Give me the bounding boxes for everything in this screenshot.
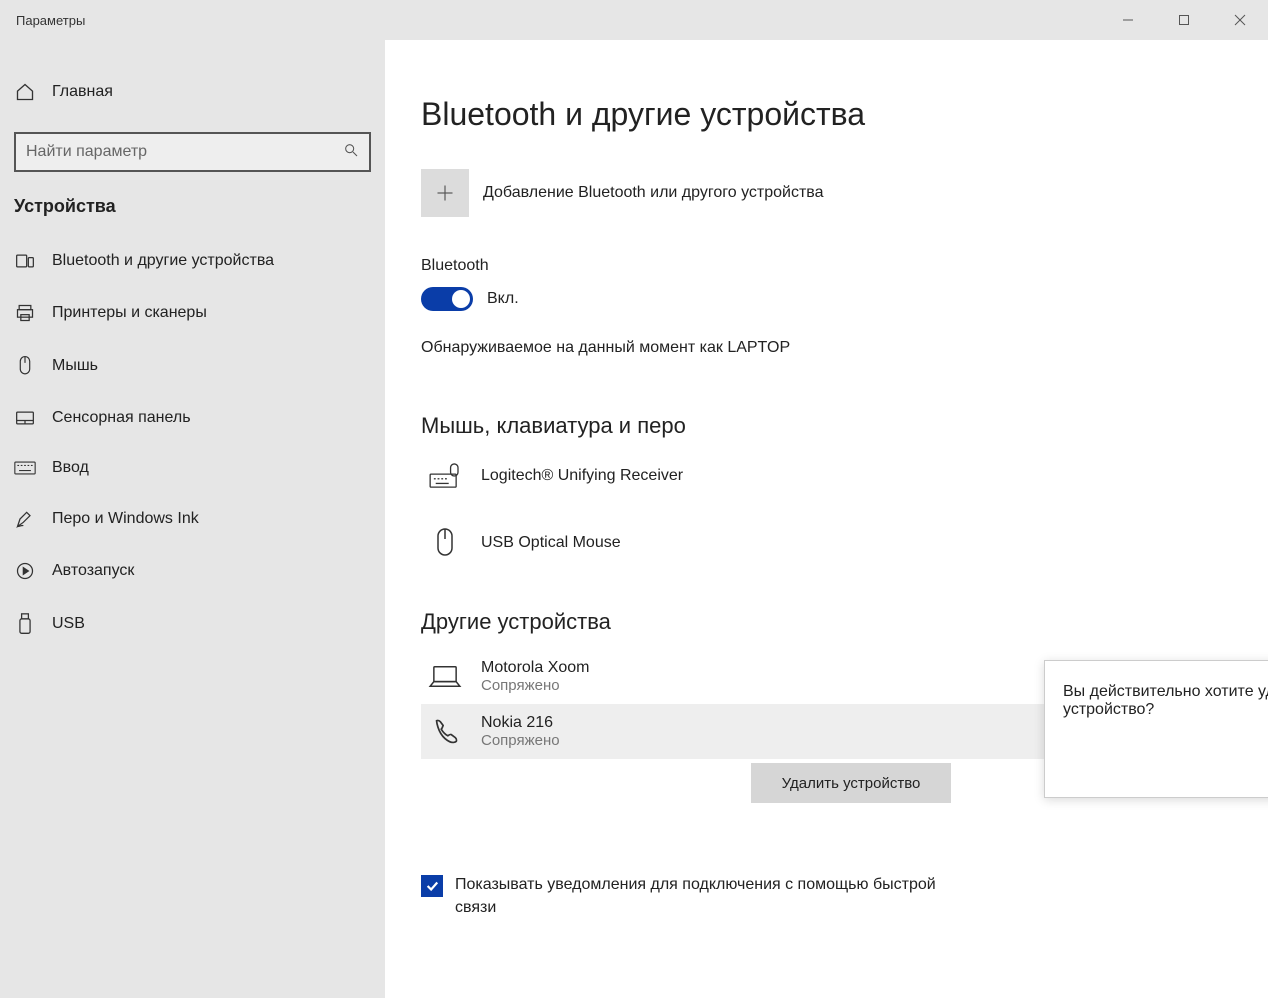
sidebar: Главная Устройства Bluetooth и другие ус… <box>0 40 385 998</box>
discoverable-text: Обнаруживаемое на данный момент как LAPT… <box>421 339 1232 357</box>
bluetooth-label: Bluetooth <box>421 257 1232 275</box>
keyboard-icon <box>14 461 36 475</box>
confirm-text: Вы действительно хотите удалить это устр… <box>1063 683 1268 719</box>
add-device-button[interactable] <box>421 169 469 217</box>
sidebar-home-label: Главная <box>52 83 113 101</box>
bluetooth-toggle[interactable] <box>421 287 473 311</box>
device-name: Nokia 216 <box>481 714 560 732</box>
sidebar-item-label: Автозапуск <box>52 562 134 580</box>
autoplay-icon <box>14 561 36 581</box>
sidebar-item-usb[interactable]: USB <box>0 597 385 651</box>
sidebar-item-typing[interactable]: Ввод <box>0 443 385 493</box>
keyboard-mouse-icon <box>427 463 463 489</box>
page-title: Bluetooth и другие устройства <box>421 96 1232 133</box>
sidebar-item-label: Ввод <box>52 459 89 477</box>
sidebar-item-pen[interactable]: Перо и Windows Ink <box>0 493 385 545</box>
titlebar: Параметры <box>0 0 1268 40</box>
sidebar-item-label: Перо и Windows Ink <box>52 510 199 528</box>
mouse-icon <box>14 355 36 377</box>
quick-pair-checkbox-row[interactable]: Показывать уведомления для подключения с… <box>421 873 941 919</box>
pen-icon <box>14 509 36 529</box>
search-icon <box>343 142 359 163</box>
sidebar-item-label: USB <box>52 615 85 633</box>
sidebar-item-label: Мышь <box>52 357 98 375</box>
maximize-button[interactable] <box>1156 0 1212 40</box>
usb-icon <box>14 613 36 635</box>
sidebar-item-label: Принтеры и сканеры <box>52 304 207 322</box>
device-name: USB Optical Mouse <box>481 534 621 552</box>
window-title: Параметры <box>16 13 85 28</box>
section-title-other: Другие устройства <box>421 609 1232 635</box>
checkbox[interactable] <box>421 875 443 897</box>
sidebar-item-touchpad[interactable]: Сенсорная панель <box>0 393 385 443</box>
device-row-receiver[interactable]: Logitech® Unifying Receiver <box>421 453 1232 499</box>
home-icon <box>14 82 36 102</box>
mouse-icon <box>427 527 463 559</box>
minimize-button[interactable] <box>1100 0 1156 40</box>
section-title-input: Мышь, клавиатура и перо <box>421 413 1232 439</box>
touchpad-icon <box>14 410 36 426</box>
sidebar-section-header: Устройства <box>0 196 385 235</box>
sidebar-item-mouse[interactable]: Мышь <box>0 339 385 393</box>
toggle-state-label: Вкл. <box>487 290 519 308</box>
sidebar-item-label: Bluetooth и другие устройства <box>52 252 274 270</box>
device-status: Сопряжено <box>481 732 560 749</box>
device-status: Сопряжено <box>481 677 590 694</box>
device-name: Motorola Xoom <box>481 659 590 677</box>
remove-device-button[interactable]: Удалить устройство <box>751 763 951 803</box>
add-device-label: Добавление Bluetooth или другого устройс… <box>483 184 824 202</box>
checkbox-label: Показывать уведомления для подключения с… <box>455 873 941 919</box>
close-button[interactable] <box>1212 0 1268 40</box>
printer-icon <box>14 303 36 323</box>
laptop-icon <box>427 664 463 690</box>
main-content: Bluetooth и другие устройства Добавление… <box>385 40 1268 998</box>
search-box[interactable] <box>14 132 371 172</box>
devices-icon <box>14 251 36 271</box>
sidebar-home[interactable]: Главная <box>0 70 385 114</box>
device-row-mouse[interactable]: USB Optical Mouse <box>421 517 1232 569</box>
sidebar-item-bluetooth[interactable]: Bluetooth и другие устройства <box>0 235 385 287</box>
sidebar-item-label: Сенсорная панель <box>52 409 191 427</box>
sidebar-item-autoplay[interactable]: Автозапуск <box>0 545 385 597</box>
sidebar-item-printers[interactable]: Принтеры и сканеры <box>0 287 385 339</box>
window-controls <box>1100 0 1268 40</box>
device-name: Logitech® Unifying Receiver <box>481 467 683 485</box>
add-device-row[interactable]: Добавление Bluetooth или другого устройс… <box>421 169 1232 217</box>
phone-icon <box>427 717 463 747</box>
confirm-remove-dialog: Вы действительно хотите удалить это устр… <box>1044 660 1268 798</box>
search-input[interactable] <box>26 143 343 161</box>
